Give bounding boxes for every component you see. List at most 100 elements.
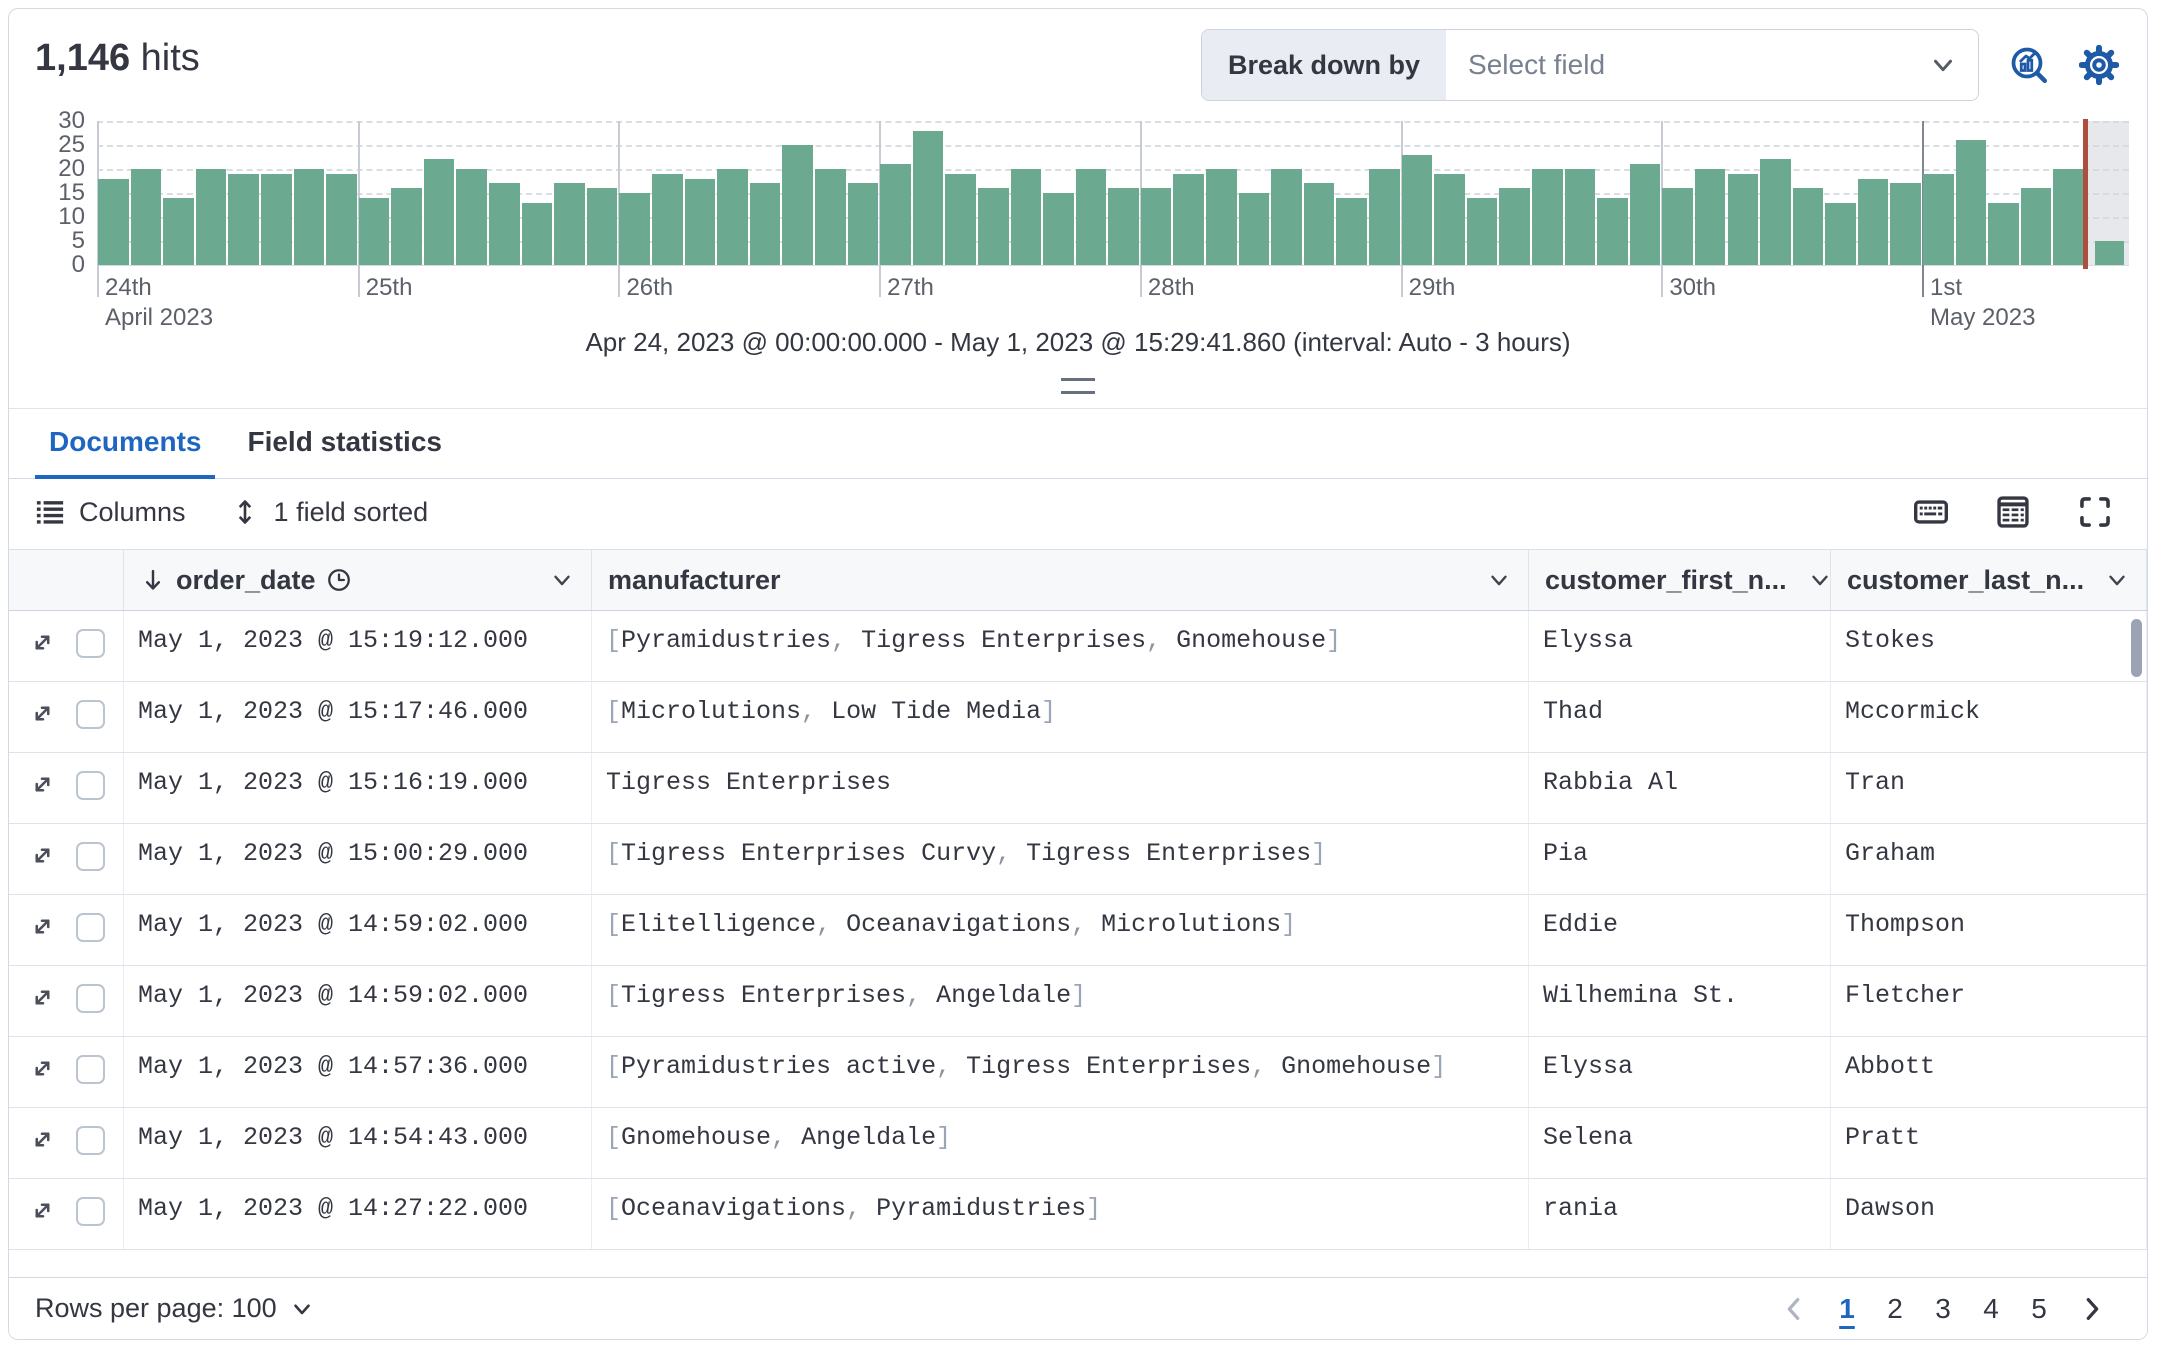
- expand-row-icon[interactable]: [29, 700, 56, 727]
- histogram-bar[interactable]: [1336, 198, 1367, 265]
- row-checkbox[interactable]: [76, 984, 105, 1013]
- table-scrollbar[interactable]: [2131, 619, 2142, 677]
- chart-options-button[interactable]: [2079, 45, 2119, 85]
- histogram-bar[interactable]: [1532, 169, 1563, 265]
- histogram-bar[interactable]: [848, 183, 879, 265]
- histogram-bar[interactable]: [1760, 159, 1791, 265]
- row-checkbox[interactable]: [76, 1055, 105, 1084]
- histogram-bar[interactable]: [1597, 198, 1628, 265]
- keyboard-shortcuts-button[interactable]: [1913, 494, 1949, 530]
- histogram-bar[interactable]: [587, 188, 618, 265]
- histogram-bar[interactable]: [1825, 203, 1856, 265]
- row-checkbox[interactable]: [76, 1197, 105, 1226]
- histogram-bar[interactable]: [880, 164, 911, 265]
- histogram-bar[interactable]: [1467, 198, 1498, 265]
- expand-row-icon[interactable]: [29, 984, 56, 1011]
- expand-row-icon[interactable]: [29, 1197, 56, 1224]
- histogram-plot-area[interactable]: [97, 121, 2129, 266]
- histogram-bar[interactable]: [1173, 174, 1204, 265]
- page-5[interactable]: 5: [2019, 1289, 2059, 1329]
- histogram-bar[interactable]: [1695, 169, 1726, 265]
- histogram-bar[interactable]: [1565, 169, 1596, 265]
- histogram-bar[interactable]: [717, 169, 748, 265]
- histogram-bar[interactable]: [1728, 174, 1759, 265]
- histogram-bar[interactable]: [261, 174, 292, 265]
- histogram-bar[interactable]: [750, 183, 781, 265]
- histogram-bar[interactable]: [522, 203, 553, 265]
- row-checkbox[interactable]: [76, 771, 105, 800]
- histogram-bar[interactable]: [489, 183, 520, 265]
- histogram-bar[interactable]: [554, 183, 585, 265]
- display-options-button[interactable]: [1995, 494, 2031, 530]
- breakdown-field-select[interactable]: Break down by Select field: [1201, 29, 1979, 101]
- histogram-bar[interactable]: [1662, 188, 1693, 265]
- row-checkbox[interactable]: [76, 1126, 105, 1155]
- histogram-bar[interactable]: [1369, 169, 1400, 265]
- histogram-bar[interactable]: [685, 179, 716, 265]
- histogram-bar[interactable]: [652, 174, 683, 265]
- histogram-bar[interactable]: [1076, 169, 1107, 265]
- histogram-bar[interactable]: [131, 169, 162, 265]
- header-order-date[interactable]: order_date: [124, 550, 592, 610]
- histogram-bar[interactable]: [913, 131, 944, 265]
- tab-documents[interactable]: Documents: [35, 409, 215, 479]
- histogram-bar[interactable]: [619, 193, 650, 265]
- page-4[interactable]: 4: [1971, 1289, 2011, 1329]
- expand-row-icon[interactable]: [29, 1055, 56, 1082]
- histogram-bar[interactable]: [1434, 174, 1465, 265]
- sorted-fields-button[interactable]: 1 field sorted: [230, 497, 429, 528]
- chart-resize-handle[interactable]: [1061, 378, 1095, 394]
- histogram-bar[interactable]: [196, 169, 227, 265]
- histogram-bar[interactable]: [228, 174, 259, 265]
- histogram-bar[interactable]: [1499, 188, 1530, 265]
- histogram-bar[interactable]: [1630, 164, 1661, 265]
- page-1[interactable]: 1: [1827, 1289, 1867, 1329]
- fullscreen-button[interactable]: [2077, 494, 2113, 530]
- histogram-bar-partial[interactable]: [2095, 241, 2124, 265]
- histogram-bar[interactable]: [782, 145, 813, 265]
- histogram-bar[interactable]: [294, 169, 325, 265]
- histogram-bar[interactable]: [1890, 183, 1921, 265]
- histogram-bar[interactable]: [945, 174, 976, 265]
- histogram-bar[interactable]: [1239, 193, 1270, 265]
- histogram-bar[interactable]: [2053, 169, 2084, 265]
- row-checkbox[interactable]: [76, 700, 105, 729]
- explore-in-lens-button[interactable]: [2009, 45, 2049, 85]
- rows-per-page-button[interactable]: Rows per page: 100: [35, 1293, 315, 1324]
- histogram-bar[interactable]: [424, 159, 455, 265]
- tab-field-statistics[interactable]: Field statistics: [233, 409, 456, 479]
- columns-button[interactable]: Columns: [35, 497, 186, 528]
- row-checkbox[interactable]: [76, 629, 105, 658]
- histogram-bar[interactable]: [1793, 188, 1824, 265]
- histogram-bar[interactable]: [1988, 203, 2019, 265]
- histogram-bar[interactable]: [1011, 169, 1042, 265]
- row-checkbox[interactable]: [76, 913, 105, 942]
- histogram-bar[interactable]: [391, 188, 422, 265]
- histogram-chart[interactable]: 30252015105024thApril 202325th26th27th28…: [9, 99, 2147, 305]
- histogram-bar[interactable]: [163, 198, 194, 265]
- histogram-bar[interactable]: [98, 179, 129, 265]
- histogram-bar[interactable]: [1858, 179, 1889, 265]
- next-page-button[interactable]: [2067, 1294, 2117, 1324]
- prev-page-button[interactable]: [1769, 1294, 1819, 1324]
- histogram-bar[interactable]: [359, 198, 390, 265]
- histogram-bar[interactable]: [2021, 188, 2052, 265]
- histogram-bar[interactable]: [815, 169, 846, 265]
- page-3[interactable]: 3: [1923, 1289, 1963, 1329]
- expand-row-icon[interactable]: [29, 771, 56, 798]
- row-checkbox[interactable]: [76, 842, 105, 871]
- histogram-bar[interactable]: [1304, 183, 1335, 265]
- histogram-bar[interactable]: [978, 188, 1009, 265]
- histogram-bar[interactable]: [1271, 169, 1302, 265]
- expand-row-icon[interactable]: [29, 913, 56, 940]
- expand-row-icon[interactable]: [29, 842, 56, 869]
- histogram-bar[interactable]: [1402, 155, 1433, 265]
- expand-row-icon[interactable]: [29, 1126, 56, 1153]
- histogram-bar[interactable]: [1206, 169, 1237, 265]
- page-2[interactable]: 2: [1875, 1289, 1915, 1329]
- histogram-bar[interactable]: [456, 169, 487, 265]
- header-customer-first-name[interactable]: customer_first_n...: [1529, 550, 1831, 610]
- histogram-bar[interactable]: [1923, 174, 1954, 265]
- histogram-bar[interactable]: [1043, 193, 1074, 265]
- expand-row-icon[interactable]: [29, 629, 56, 656]
